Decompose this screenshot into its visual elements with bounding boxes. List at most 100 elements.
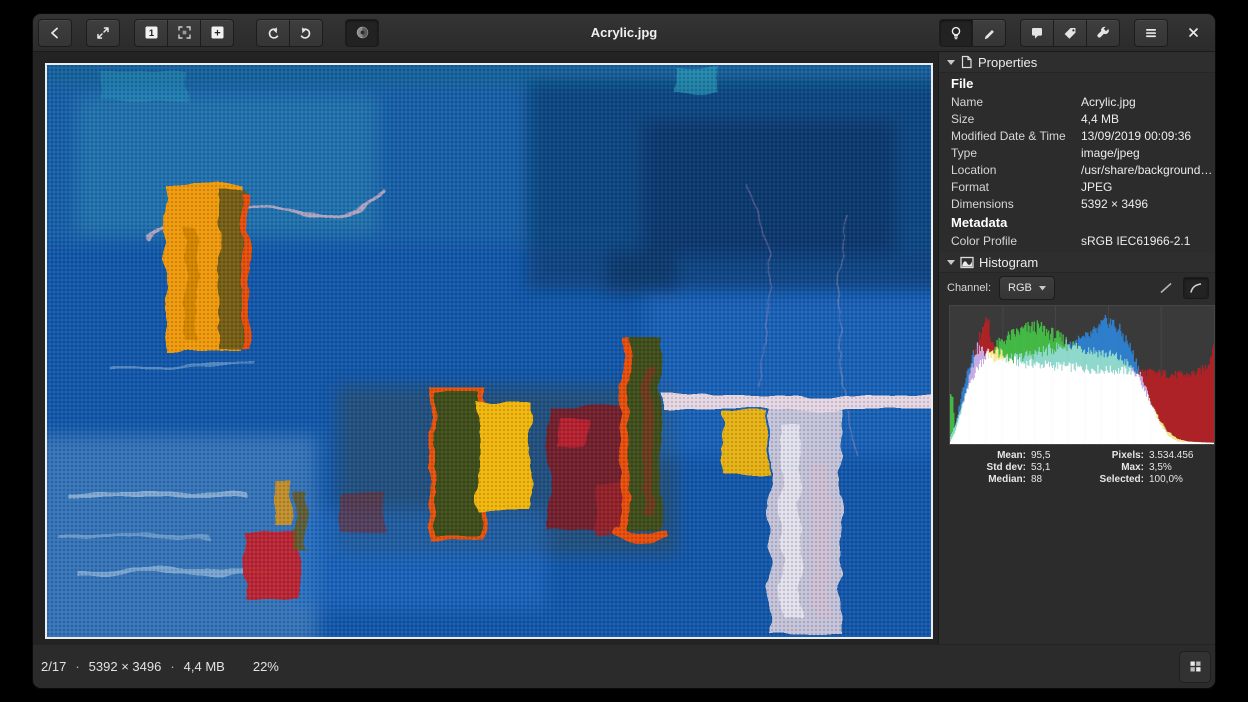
comment-button[interactable]	[1020, 19, 1054, 47]
zoom-in-icon: +	[210, 25, 225, 40]
wrench-icon	[1096, 26, 1110, 40]
tag-icon	[1063, 26, 1077, 40]
property-row-color-profile: Color Profile sRGB IEC61966-2.1	[939, 232, 1215, 249]
properties-panel-header[interactable]: Properties	[939, 52, 1215, 73]
histogram-panel-header[interactable]: Histogram	[939, 252, 1215, 273]
histogram-scale-buttons	[1153, 277, 1209, 299]
image-viewer[interactable]	[33, 52, 938, 644]
transparency-toggle-button[interactable]	[345, 19, 379, 47]
menu-button[interactable]	[1134, 19, 1168, 47]
histogram-panel-icon	[960, 256, 974, 269]
property-label: Location	[951, 163, 1081, 177]
zoom-fit-button[interactable]	[168, 19, 201, 47]
sidebar: Properties File Name Acrylic.jpg Size 4,…	[938, 52, 1215, 644]
displayed-image	[45, 63, 933, 639]
stat-label-median: Median:	[939, 474, 1031, 486]
stat-label-max: Max:	[1089, 462, 1149, 474]
grid-icon	[1188, 659, 1203, 674]
tags-button[interactable]	[1054, 19, 1087, 47]
rotate-right-icon	[299, 26, 313, 40]
property-label: Color Profile	[951, 234, 1081, 248]
view-edit-group	[939, 19, 1006, 47]
logarithmic-scale-button[interactable]	[1183, 277, 1209, 299]
property-row-type: Type image/jpeg	[939, 144, 1215, 161]
close-button[interactable]	[1176, 19, 1210, 47]
logarithmic-scale-icon	[1189, 281, 1203, 295]
histogram-chart[interactable]	[949, 305, 1215, 445]
zoom-original-button[interactable]: 1	[134, 19, 168, 47]
brush-icon	[982, 26, 996, 40]
channel-label: Channel:	[947, 282, 991, 294]
fullscreen-button[interactable]	[86, 19, 120, 47]
property-value: 5392 × 3496	[1081, 197, 1148, 211]
channel-row: Channel: RGB	[939, 273, 1215, 303]
channel-dropdown-value: RGB	[1008, 282, 1032, 294]
stat-value-mean: 95,5	[1031, 450, 1089, 462]
stat-label-selected: Selected:	[1089, 474, 1149, 486]
main-area: Properties File Name Acrylic.jpg Size 4,…	[33, 52, 1215, 644]
annotate-group	[1020, 19, 1120, 47]
property-value: Acrylic.jpg	[1081, 95, 1136, 109]
rotate-left-button[interactable]	[256, 19, 290, 47]
stat-value-selected: 100,0%	[1149, 474, 1215, 486]
app-window: 1 + Acry	[33, 14, 1215, 688]
back-icon	[48, 26, 62, 40]
property-label: Format	[951, 180, 1081, 194]
status-zoom-level: 22%	[253, 659, 279, 674]
headerbar: 1 + Acry	[33, 14, 1215, 52]
svg-text:1: 1	[148, 28, 154, 39]
contrast-circle-icon	[355, 25, 370, 40]
property-row-name: Name Acrylic.jpg	[939, 93, 1215, 110]
stat-value-max: 3,5%	[1149, 462, 1215, 474]
zoom-group: 1 +	[134, 19, 234, 47]
property-value: sRGB IEC61966-2.1	[1081, 234, 1190, 248]
edit-button[interactable]	[973, 19, 1006, 47]
status-separator: ·	[170, 659, 174, 674]
property-row-modified: Modified Date & Time 13/09/2019 00:09:36	[939, 127, 1215, 144]
tools-button[interactable]	[1087, 19, 1120, 47]
stat-label-mean: Mean:	[939, 450, 1031, 462]
property-value: 13/09/2019 00:09:36	[1081, 129, 1191, 143]
property-label: Name	[951, 95, 1081, 109]
zoom-original-icon: 1	[144, 25, 159, 40]
lightbulb-icon	[949, 26, 963, 40]
file-section-heading: File	[939, 73, 1215, 93]
property-label: Size	[951, 112, 1081, 126]
chevron-down-icon	[1039, 286, 1046, 291]
zoom-fit-icon	[177, 25, 192, 40]
metadata-section-heading: Metadata	[939, 212, 1215, 232]
toolbar-right	[939, 19, 1210, 47]
property-label: Dimensions	[951, 197, 1081, 211]
property-row-format: Format JPEG	[939, 178, 1215, 195]
hamburger-menu-icon	[1144, 26, 1158, 40]
property-value: image/jpeg	[1081, 146, 1140, 160]
comment-icon	[1030, 26, 1044, 40]
property-label: Modified Date & Time	[951, 129, 1081, 143]
stat-value-stddev: 53,1	[1031, 462, 1089, 474]
window-title: Acrylic.jpg	[591, 14, 657, 51]
status-file-size: 4,4 MB	[184, 659, 225, 674]
browser-grid-button[interactable]	[1179, 651, 1211, 683]
property-value: 4,4 MB	[1081, 112, 1119, 126]
status-dimensions: 5392 × 3496	[89, 659, 162, 674]
stat-value-median: 88	[1031, 474, 1089, 486]
rotate-left-icon	[266, 26, 280, 40]
back-button[interactable]	[38, 19, 72, 47]
channel-dropdown[interactable]: RGB	[999, 276, 1055, 300]
status-image-index: 2/17	[41, 659, 66, 674]
stat-value-pixels: 3.534.456	[1149, 450, 1215, 462]
linear-scale-button[interactable]	[1153, 277, 1179, 299]
histogram-panel-title: Histogram	[979, 255, 1038, 270]
close-icon	[1187, 26, 1200, 39]
rotate-right-button[interactable]	[290, 19, 323, 47]
zoom-in-button[interactable]: +	[201, 19, 234, 47]
toolbar-left: 1 +	[38, 19, 379, 47]
statusbar: 2/17 · 5392 × 3496 · 4,4 MB 22%	[33, 644, 1215, 688]
rotate-group	[256, 19, 323, 47]
fullscreen-icon	[96, 26, 110, 40]
property-value: JPEG	[1081, 180, 1112, 194]
properties-toggle-button[interactable]	[939, 19, 973, 47]
property-row-size: Size 4,4 MB	[939, 110, 1215, 127]
stat-label-stddev: Std dev:	[939, 462, 1031, 474]
status-separator: ·	[75, 659, 79, 674]
